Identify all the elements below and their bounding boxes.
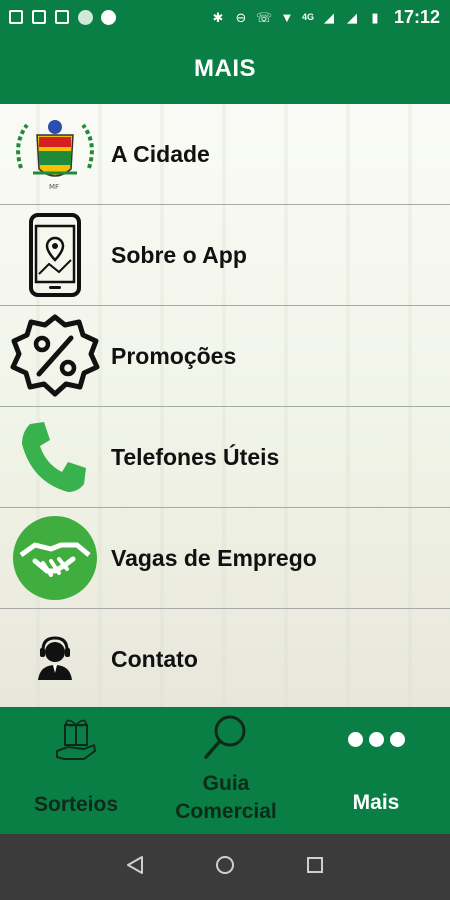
menu-item-label: Contato bbox=[111, 645, 198, 672]
svg-text:MF: MF bbox=[49, 183, 59, 191]
menu-item-contato[interactable]: Contato bbox=[0, 609, 450, 707]
home-icon[interactable] bbox=[214, 854, 236, 881]
status-bar: ✱ ⊖ ☏ ▼ 4G ◢ ◢ ▮ 17:12 bbox=[0, 0, 450, 34]
message-icon bbox=[8, 9, 24, 25]
do-not-disturb-icon: ⊖ bbox=[235, 9, 247, 25]
menu-item-label: A Cidade bbox=[111, 140, 210, 167]
menu-item-promocoes[interactable]: Promoções bbox=[0, 306, 450, 407]
page-title: MAIS bbox=[194, 55, 256, 82]
percent-badge-icon bbox=[6, 310, 104, 402]
nav-mais[interactable]: Mais bbox=[312, 707, 440, 834]
nav-label-line1: Guia bbox=[202, 772, 250, 795]
menu-item-label: Promoções bbox=[111, 342, 237, 369]
motorola-icon bbox=[100, 9, 116, 25]
menu-item-label: Vagas de Emprego bbox=[111, 544, 317, 571]
network-label: 4G bbox=[301, 12, 314, 22]
gift-hand-icon bbox=[54, 717, 98, 765]
bluetooth-icon: ✱ bbox=[212, 9, 224, 25]
nav-guia-comercial[interactable]: Guia Comercial bbox=[156, 707, 296, 834]
menu-item-vagas-de-emprego[interactable]: Vagas de Emprego bbox=[0, 508, 450, 609]
volte-icon: ☏ bbox=[255, 9, 273, 25]
app-icon bbox=[77, 9, 93, 25]
menu-item-telefones-uteis[interactable]: Telefones Úteis bbox=[0, 407, 450, 508]
nav-label: Mais bbox=[352, 791, 400, 814]
sim-icon bbox=[31, 9, 47, 25]
image-icon bbox=[54, 9, 70, 25]
nav-label: Sorteios bbox=[33, 793, 119, 816]
menu-item-label: Sobre o App bbox=[111, 241, 247, 268]
app-bar: MAIS bbox=[0, 34, 450, 104]
nav-sorteios[interactable]: Sorteios bbox=[12, 707, 140, 834]
system-nav-bar bbox=[0, 834, 450, 900]
menu-list: MF A Cidade Sobre o App Promoções Telefo… bbox=[0, 104, 450, 707]
battery-icon: ▮ bbox=[371, 9, 379, 25]
back-icon[interactable] bbox=[124, 854, 146, 881]
signal-2-icon: ◢ bbox=[346, 9, 357, 25]
wifi-icon: ▼ bbox=[280, 9, 294, 25]
status-bar-notifications bbox=[8, 9, 116, 25]
status-time: 17:12 bbox=[393, 6, 440, 27]
city-crest-icon: MF bbox=[6, 108, 104, 200]
handshake-icon bbox=[6, 512, 104, 604]
status-bar-system: ✱ ⊖ ☏ ▼ 4G ◢ ◢ ▮ 17:12 bbox=[210, 7, 440, 28]
more-dots-icon bbox=[347, 727, 405, 751]
phone-handset-icon bbox=[6, 411, 104, 503]
recents-icon[interactable] bbox=[304, 854, 326, 881]
bottom-nav: Sorteios Guia Comercial Mais bbox=[0, 707, 450, 834]
signal-icon: ◢ bbox=[323, 9, 334, 25]
search-icon bbox=[201, 712, 251, 760]
phone-location-icon bbox=[6, 209, 104, 301]
nav-label-line2: Comercial bbox=[175, 800, 277, 823]
menu-item-sobre-o-app[interactable]: Sobre o App bbox=[0, 205, 450, 306]
support-agent-icon bbox=[6, 613, 104, 705]
menu-item-a-cidade[interactable]: MF A Cidade bbox=[0, 104, 450, 205]
menu-item-label: Telefones Úteis bbox=[111, 443, 280, 470]
